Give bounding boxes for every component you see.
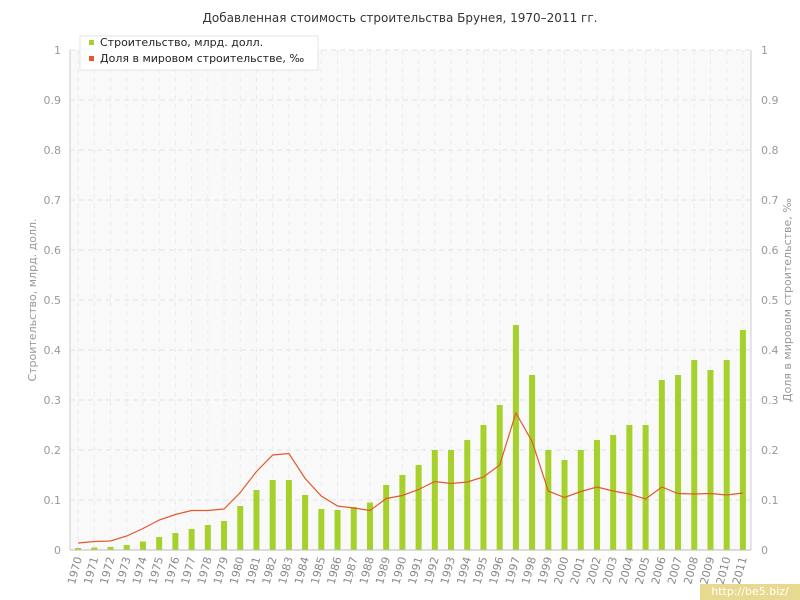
y-tick-label-right: 0.2 [761, 444, 779, 457]
bar [204, 525, 211, 550]
y-tick-label-left: 0.1 [44, 494, 62, 507]
y-tick-label-left: 1 [54, 44, 61, 57]
y-tick-label-left: 0 [54, 544, 61, 557]
y-axis-label: Строительство, млрд. долл. [26, 218, 39, 381]
bar [723, 360, 730, 550]
bar [448, 450, 455, 550]
y-tick-label-right: 0.7 [761, 194, 779, 207]
bar [350, 507, 357, 550]
bar [172, 533, 179, 550]
y-tick-label-right: 0 [761, 544, 768, 557]
y-tick-label-right: 0.5 [761, 294, 779, 307]
legend-swatch-bar [89, 40, 94, 45]
bar [642, 425, 649, 550]
legend-label-bar: Строительство, млрд. долл. [100, 36, 263, 49]
chart-title: Добавленная стоимость строительства Брун… [203, 11, 598, 25]
y-axis-right-ticks: 0 0.1 0.2 0.3 0.4 0.5 0.6 0.7 0.8 0.9 1 [761, 44, 779, 557]
bar [707, 370, 714, 550]
bar [739, 330, 746, 550]
bar [464, 440, 471, 550]
y-tick-label-left: 0.3 [44, 394, 62, 407]
y-tick-label-right: 0.4 [761, 344, 779, 357]
bar [415, 465, 422, 550]
bar [561, 460, 568, 550]
y-tick-label-left: 0.2 [44, 444, 62, 457]
watermark[interactable]: http://be5.biz/ [700, 584, 800, 600]
y-tick-label-right: 0.8 [761, 144, 779, 157]
y-tick-label-left: 0.9 [44, 94, 62, 107]
y2-axis-label: Доля в мировом строительстве, ‰ [781, 198, 794, 402]
bar [285, 480, 292, 550]
bar [156, 537, 163, 550]
y-tick-label-left: 0.7 [44, 194, 62, 207]
bar [188, 529, 195, 550]
bar [269, 480, 276, 550]
bar [512, 325, 519, 550]
y-tick-label-right: 0.3 [761, 394, 779, 407]
bar [593, 440, 600, 550]
legend-label-line: Доля в мировом строительстве, ‰ [100, 52, 304, 65]
legend: Строительство, млрд. долл. Доля в мирово… [79, 35, 319, 71]
bar [431, 450, 438, 550]
bar [577, 450, 584, 550]
bar [318, 509, 325, 550]
y-tick-label-right: 0.9 [761, 94, 779, 107]
y-tick-label-right: 0.1 [761, 494, 779, 507]
bar [626, 425, 633, 550]
chart: Добавленная стоимость строительства Брун… [26, 11, 794, 586]
bar [496, 405, 503, 550]
y-tick-label-left: 0.8 [44, 144, 62, 157]
y-tick-label-right: 1 [761, 44, 768, 57]
bar [221, 521, 228, 550]
bar [545, 450, 552, 550]
bar [139, 541, 146, 550]
y-tick-label-left: 0.6 [44, 244, 62, 257]
bar [610, 435, 617, 550]
y-tick-label-left: 0.4 [44, 344, 62, 357]
bar [302, 495, 309, 550]
legend-swatch-line [89, 56, 94, 61]
bar [658, 380, 665, 550]
bar [399, 475, 406, 550]
bar [237, 506, 244, 550]
y-axis-left-ticks: 0 0.1 0.2 0.3 0.4 0.5 0.6 0.7 0.8 0.9 1 [44, 44, 62, 557]
bar [480, 425, 487, 550]
x-axis-ticks: 1970197119721973197419751976197719781979… [65, 555, 750, 585]
bar [383, 485, 390, 550]
bar [123, 545, 130, 550]
bar [529, 375, 536, 550]
bar [253, 490, 260, 550]
y-tick-label-right: 0.6 [761, 244, 779, 257]
bar [691, 360, 698, 550]
bar [334, 510, 341, 550]
bar [675, 375, 682, 550]
y-tick-label-left: 0.5 [44, 294, 62, 307]
